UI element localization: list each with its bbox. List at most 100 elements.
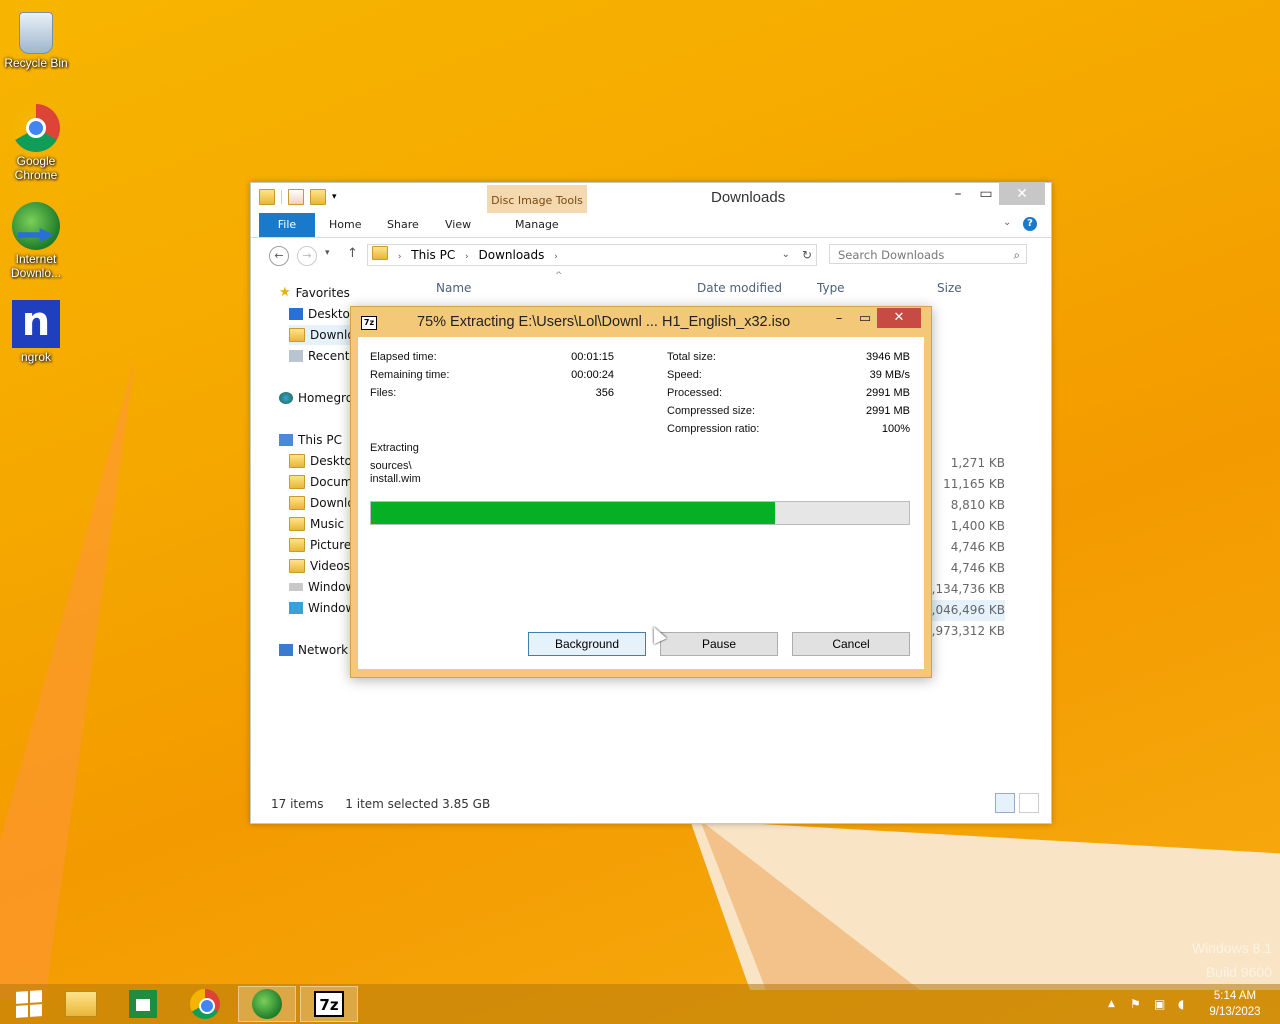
wallpaper-shape — [0, 360, 135, 1000]
taskbar-store[interactable] — [114, 986, 172, 1022]
refresh-icon[interactable]: ↻ — [802, 245, 812, 265]
address-bar[interactable]: › This PC › Downloads › ⌄ ↻ — [367, 244, 817, 266]
search-input[interactable]: Search Downloads ⌕ — [829, 244, 1027, 264]
forward-button[interactable]: → — [297, 246, 317, 266]
show-hidden-icons-button[interactable]: ▲ — [1108, 984, 1115, 1024]
chrome-icon — [190, 989, 220, 1019]
properties-icon[interactable] — [288, 189, 304, 205]
recent-locations-icon[interactable]: ▾ — [325, 248, 330, 258]
nav-network[interactable]: Network — [279, 640, 348, 660]
computer-icon — [279, 434, 293, 446]
maximize-button[interactable]: ▭ — [851, 309, 879, 329]
close-button[interactable]: ✕ — [999, 183, 1045, 205]
nav-label: Downlo — [310, 496, 355, 510]
explorer-titlebar[interactable]: ▾ Disc Image Tools Downloads – ▭ ✕ — [251, 183, 1051, 213]
desktop-icon-idm[interactable]: Internet Downlo... — [0, 202, 72, 280]
tab-file[interactable]: File — [259, 213, 315, 237]
breadcrumb-separator-icon: › — [554, 252, 558, 262]
desktop-icon — [289, 308, 303, 320]
extract-progress-bar — [370, 501, 910, 525]
file-size: 8,810 KB — [950, 498, 1005, 512]
7zip-icon: 7z — [314, 991, 344, 1017]
nav-favorites[interactable]: ★ Favorites — [279, 283, 350, 303]
column-header-size[interactable]: Size — [937, 281, 962, 295]
breadcrumb-this-pc[interactable]: This PC — [411, 248, 455, 262]
breadcrumb-downloads[interactable]: Downloads — [478, 248, 544, 262]
star-icon: ★ — [279, 285, 291, 300]
desktop-icon-ngrok[interactable]: n ngrok — [0, 300, 72, 364]
column-header-type[interactable]: Type — [817, 281, 845, 295]
windows-watermark: Windows 8.1 — [1191, 940, 1272, 956]
volume-muted-icon[interactable]: ◖ — [1178, 984, 1184, 1024]
desktop-icon-chrome[interactable]: Google Chrome — [0, 104, 72, 182]
back-button[interactable]: ← — [269, 246, 289, 266]
cancel-button[interactable]: Cancel — [792, 632, 910, 656]
nav-item-desktop[interactable]: Desktop — [289, 304, 358, 324]
current-file-line: install.wim — [370, 473, 421, 485]
desktop-icon-recycle-bin[interactable]: Recycle Bin — [0, 6, 72, 70]
large-icons-view-button[interactable] — [1019, 793, 1039, 813]
7zip-icon: 7z — [361, 316, 377, 330]
total-size-value: 3946 MB — [865, 351, 910, 363]
details-view-button[interactable] — [995, 793, 1015, 813]
network-icon[interactable]: ▣ — [1154, 984, 1165, 1024]
processed-value: 2991 MB — [865, 387, 910, 399]
breadcrumb-separator-icon: › — [397, 252, 402, 262]
taskbar-idm[interactable] — [238, 986, 296, 1022]
nav-item-downloads[interactable]: Downlo — [289, 493, 355, 513]
nav-this-pc[interactable]: This PC — [279, 430, 342, 450]
pause-button[interactable]: Pause — [660, 632, 778, 656]
search-icon: ⌕ — [1013, 248, 1020, 262]
nav-item-music[interactable]: Music — [289, 514, 344, 534]
address-dropdown-icon[interactable]: ⌄ — [782, 245, 790, 265]
background-button[interactable]: Background — [528, 632, 646, 656]
progress-fill — [371, 502, 775, 524]
nav-label: This PC — [298, 433, 342, 447]
nav-homegroup[interactable]: Homegro — [279, 388, 353, 408]
tab-view[interactable]: View — [431, 213, 485, 237]
close-button[interactable]: ✕ — [877, 308, 921, 328]
ngrok-icon: n — [12, 300, 60, 348]
folder-icon — [289, 475, 305, 489]
action-center-flag-icon[interactable]: ⚑ — [1130, 984, 1141, 1024]
nav-item-windows-drive[interactable]: Window — [289, 598, 355, 618]
chrome-icon — [12, 104, 60, 152]
minimize-button[interactable]: – — [825, 309, 853, 329]
folder-icon — [289, 454, 305, 468]
drive-icon — [289, 602, 303, 614]
file-size: 4,746 KB — [950, 540, 1005, 554]
help-icon[interactable]: ? — [1023, 217, 1037, 231]
up-arrow-icon[interactable]: ↑ — [347, 246, 358, 261]
extract-progress-dialog[interactable]: 7z 75% Extracting E:\Users\Lol\Downl ...… — [350, 306, 932, 678]
taskbar-chrome[interactable] — [176, 986, 234, 1022]
column-header-date-modified[interactable]: Date modified — [697, 281, 782, 295]
taskbar-7zip[interactable]: 7z — [300, 986, 358, 1022]
new-folder-icon[interactable] — [310, 189, 326, 205]
status-bar: 17 items 1 item selected 3.85 GB — [271, 797, 490, 811]
size-column: 1,271 KB 11,165 KB 8,810 KB 1,400 KB 4,7… — [920, 453, 1005, 642]
nav-item-windows-drive[interactable]: Window — [289, 577, 355, 597]
files-value: 356 — [595, 387, 614, 399]
ribbon-expand-icon[interactable]: ⌄ — [1003, 217, 1011, 228]
nav-label: Network — [298, 643, 349, 657]
column-header-name[interactable]: Name — [436, 281, 471, 295]
nav-item-videos[interactable]: Videos — [289, 556, 350, 576]
nav-item-desktop[interactable]: Desktop — [289, 451, 360, 471]
dialog-titlebar[interactable]: 7z 75% Extracting E:\Users\Lol\Downl ...… — [351, 307, 931, 337]
nav-item-pictures[interactable]: Pictures — [289, 535, 358, 555]
system-clock[interactable]: 5:14 AM 9/13/2023 — [1200, 988, 1270, 1020]
file-size: 3,973,312 KB — [924, 624, 1005, 638]
build-watermark: Build 9600 — [1205, 964, 1272, 980]
nav-label: Window — [308, 601, 356, 615]
tab-home[interactable]: Home — [315, 213, 375, 237]
tab-share[interactable]: Share — [373, 213, 433, 237]
start-button[interactable] — [0, 986, 58, 1022]
folder-icon — [289, 559, 305, 573]
tab-manage[interactable]: Manage — [501, 213, 573, 237]
chevron-down-icon[interactable]: ▾ — [332, 190, 346, 204]
downloads-folder-icon — [372, 246, 388, 260]
taskbar-explorer[interactable] — [52, 986, 110, 1022]
minimize-button[interactable]: – — [943, 183, 973, 205]
maximize-button[interactable]: ▭ — [971, 183, 1001, 205]
folder-icon[interactable] — [259, 189, 275, 205]
